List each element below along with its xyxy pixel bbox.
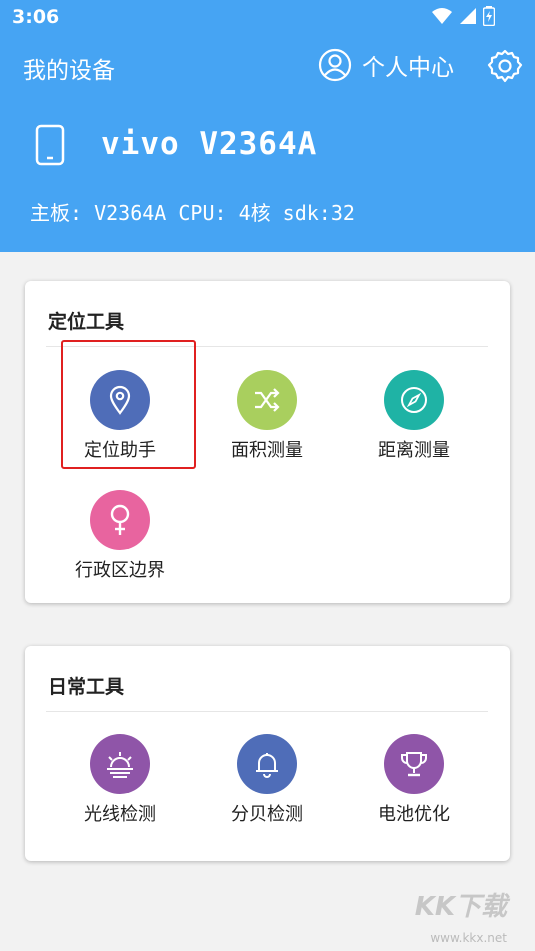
device-info: 主板: V2364A CPU: 4核 sdk:32 — [30, 201, 355, 225]
female-symbol-icon — [110, 504, 130, 535]
signal-icon — [460, 8, 476, 24]
shuffle-icon — [255, 388, 280, 412]
bell-icon — [256, 753, 278, 778]
tool-icon-circle — [384, 370, 444, 430]
user-center-label: 个人中心 — [362, 55, 454, 81]
device-name: vivo V2364A — [101, 126, 318, 162]
card-title: 日常工具 — [48, 676, 125, 698]
tool-label: 光线检测 — [84, 804, 156, 825]
tool-label: 电池优化 — [378, 804, 450, 825]
tool-label: 面积测量 — [231, 440, 303, 461]
tool-icon-circle — [384, 734, 444, 794]
daily-tools-card: 日常工具 光线检测 分贝检测 电池优化 — [25, 646, 510, 861]
tool-distance-measurement[interactable]: 距离测量 — [354, 370, 474, 480]
watermark-logo: KK下载 — [414, 892, 507, 922]
app-header: 3:06 我的设备 个人中心 vivo V2364A 主板: V2364A CP… — [0, 0, 535, 252]
tool-area-measurement[interactable]: 面积测量 — [207, 370, 327, 480]
tool-label: 距离测量 — [378, 440, 450, 461]
wifi-icon — [432, 8, 452, 24]
watermark-url: www.kkx.net — [430, 931, 507, 945]
phone-icon — [35, 124, 65, 166]
gear-icon — [487, 49, 523, 83]
divider — [46, 711, 488, 712]
tool-icon-circle — [237, 734, 297, 794]
sunrise-icon — [107, 752, 133, 778]
user-center-button[interactable]: 个人中心 — [318, 48, 454, 82]
status-bar: 3:06 — [0, 0, 535, 36]
status-time: 3:06 — [12, 6, 60, 28]
user-icon — [318, 48, 352, 82]
trophy-icon — [401, 752, 427, 777]
tool-battery-optimization[interactable]: 电池优化 — [354, 734, 474, 844]
card-title: 定位工具 — [48, 311, 125, 333]
tool-light-detection[interactable]: 光线检测 — [60, 734, 180, 844]
tool-decibel-detection[interactable]: 分贝检测 — [207, 734, 327, 844]
tool-icon-circle — [237, 370, 297, 430]
page-title: 我的设备 — [23, 58, 115, 84]
status-icons — [431, 6, 495, 26]
compass-icon — [401, 387, 427, 413]
tool-icon-circle — [90, 734, 150, 794]
highlight-box — [61, 340, 196, 469]
battery-icon — [483, 6, 495, 26]
tool-label: 分贝检测 — [231, 804, 303, 825]
tool-admin-boundary[interactable]: 行政区边界 — [60, 490, 180, 600]
settings-button[interactable] — [487, 48, 523, 88]
tool-label: 行政区边界 — [75, 560, 165, 581]
tool-icon-circle — [90, 490, 150, 550]
